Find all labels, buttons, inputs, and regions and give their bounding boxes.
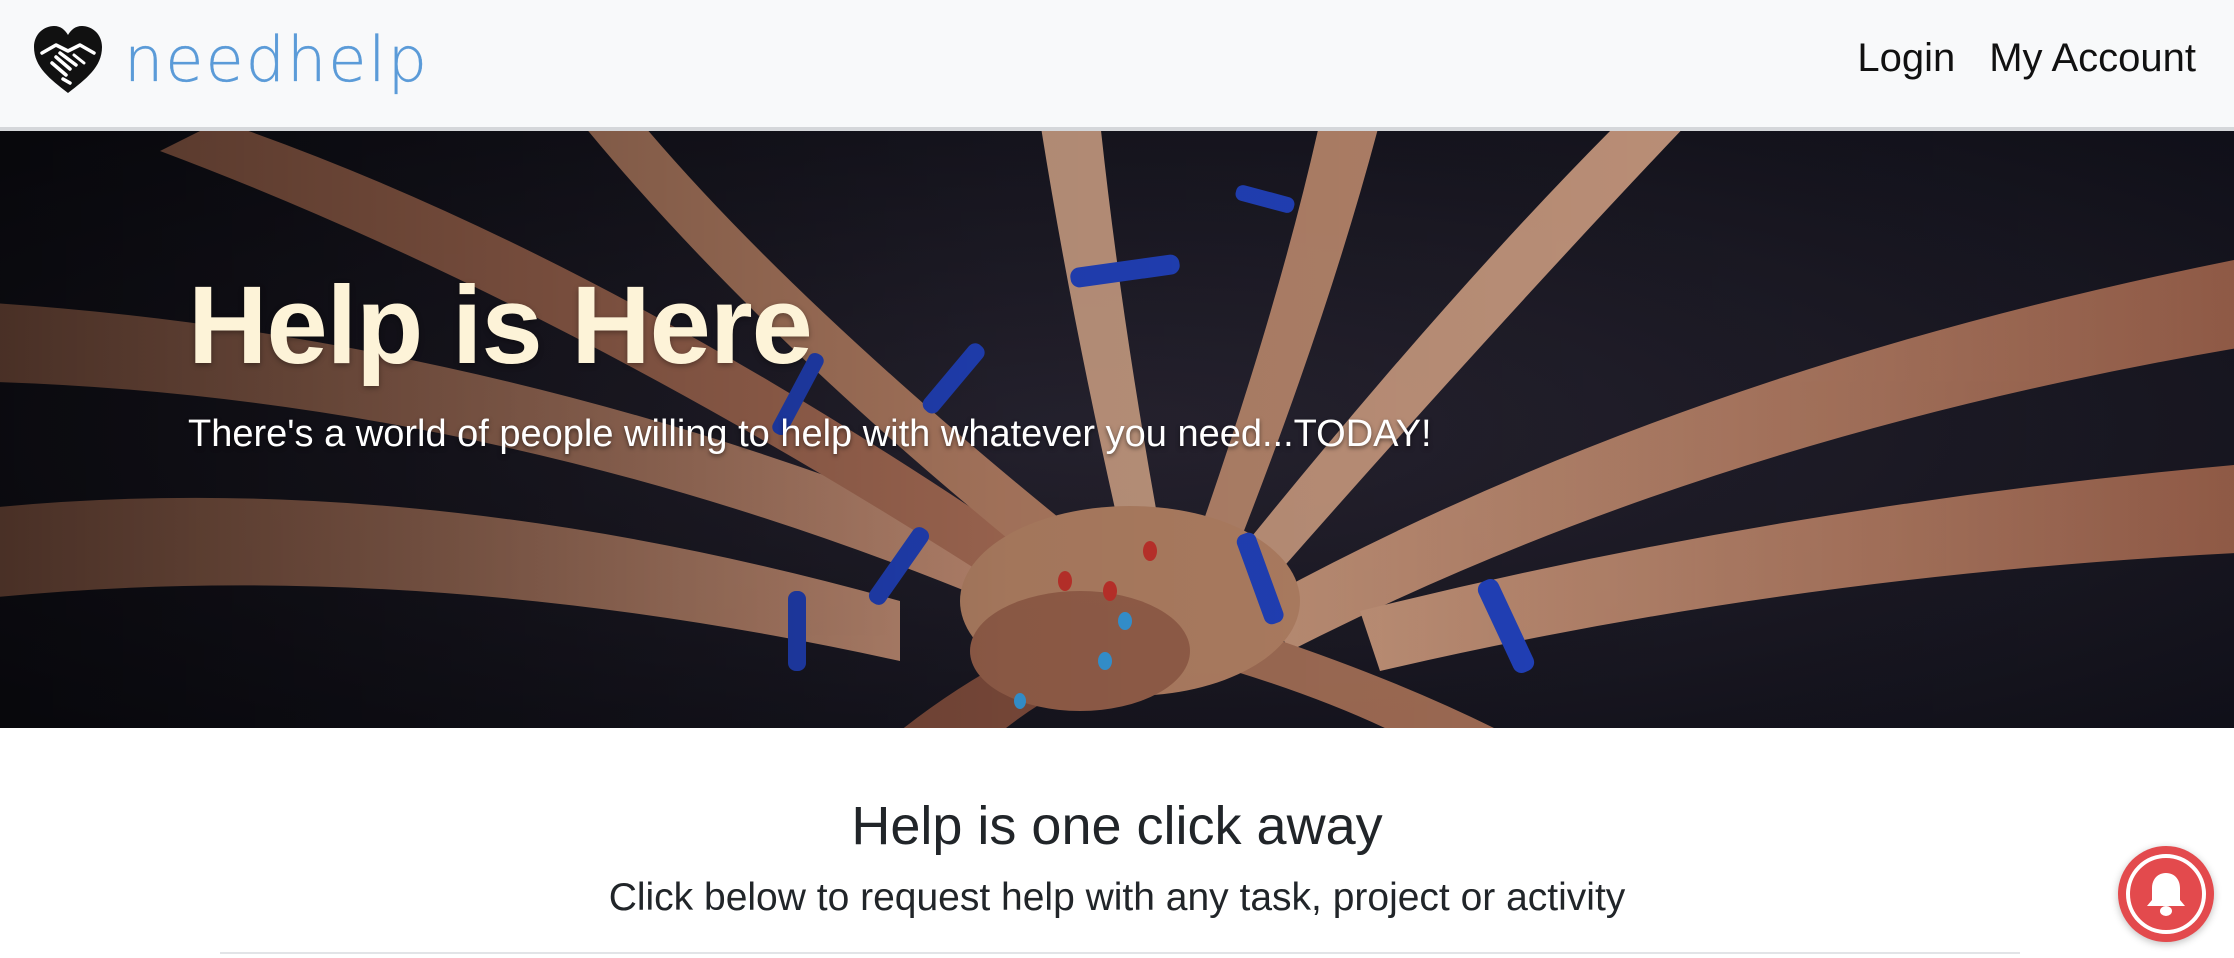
- login-link[interactable]: Login: [1857, 30, 1955, 86]
- hero-banner: Help is Here There's a world of people w…: [0, 131, 2234, 728]
- section-divider: [220, 952, 2020, 954]
- notification-bell-button[interactable]: [2118, 846, 2214, 942]
- my-account-link[interactable]: My Account: [1989, 30, 2196, 86]
- hero-subtitle: There's a world of people willing to hel…: [188, 413, 1432, 455]
- brand-link[interactable]: needhelp: [30, 20, 429, 100]
- top-navbar: needhelp Login My Account: [0, 0, 2234, 131]
- heart-handshake-icon: [34, 26, 102, 93]
- brand-name: needhelp: [124, 23, 429, 96]
- bell-icon: [2147, 873, 2185, 916]
- section-subtitle: Click below to request help with any tas…: [608, 876, 1626, 919]
- hero-title: Help is Here: [188, 264, 813, 387]
- nav-links: Login My Account: [1857, 30, 2196, 86]
- section-title: Help is one click away: [851, 796, 1383, 856]
- bell-ring: [2126, 854, 2206, 934]
